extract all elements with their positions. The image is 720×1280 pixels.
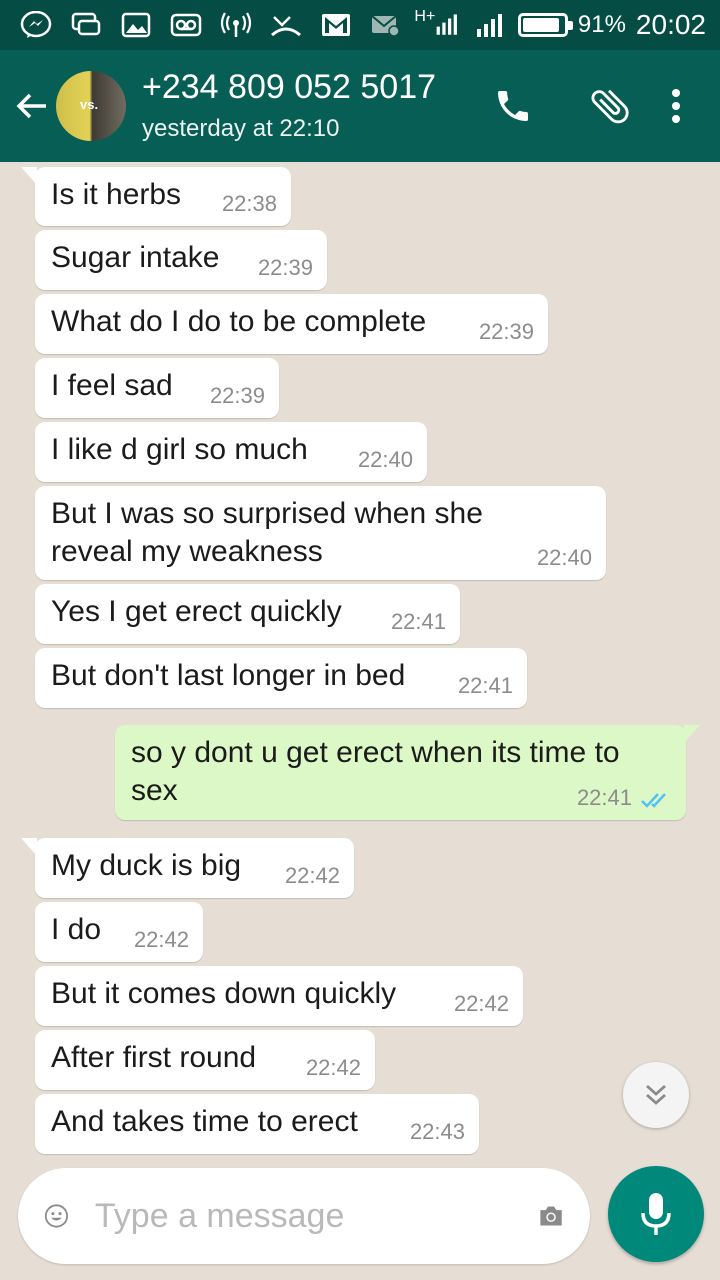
message-in[interactable]: Yes I get erect quickly 22:41	[35, 584, 460, 644]
message-time: 22:39	[257, 255, 313, 280]
email-icon	[368, 10, 404, 40]
battery-level	[522, 18, 560, 32]
contact-info[interactable]: +234 809 052 5017 yesterday at 22:10	[142, 67, 484, 145]
message-in[interactable]: Sugar intake 22:39	[35, 230, 327, 290]
message-time: 22:42	[284, 863, 340, 888]
message-time: 22:41	[457, 673, 513, 698]
voicemail-icon	[168, 10, 204, 40]
attach-icon	[591, 89, 629, 124]
gmail-icon	[318, 10, 354, 40]
battery-percent: 91%	[577, 11, 626, 38]
message-text: But don't last longer in bed	[51, 659, 406, 692]
message-text: I feel sad	[51, 369, 173, 402]
compose-bar	[18, 1168, 590, 1264]
camera-icon[interactable]	[538, 1196, 564, 1236]
signal-icon: H+	[414, 8, 462, 40]
message-in[interactable]: I do 22:42	[35, 902, 203, 962]
avatar[interactable]: vs.	[56, 71, 126, 141]
chat-icon	[68, 10, 104, 40]
message-in[interactable]: What do I do to be complete 22:39	[35, 294, 548, 354]
phone-icon	[498, 91, 528, 121]
message-time: 22:41	[576, 785, 632, 810]
message-time: 22:42	[305, 1055, 361, 1080]
message-time: 22:40	[357, 447, 413, 472]
attach-button[interactable]	[564, 76, 656, 136]
message-in[interactable]: But don't last longer in bed 22:41	[35, 648, 527, 708]
message-in[interactable]: And takes time to erect 22:43	[35, 1094, 479, 1154]
message-list[interactable]: Is it herbs 22:38 Sugar intake 22:39 Wha…	[0, 162, 720, 1166]
messenger-icon	[18, 10, 54, 40]
message-in[interactable]: I like d girl so much 22:40	[35, 422, 427, 482]
message-text: But it comes down quickly	[51, 977, 397, 1010]
message-in[interactable]: My duck is big 22:42	[21, 838, 354, 898]
read-receipt-icon	[641, 793, 666, 808]
message-time: 22:41	[390, 609, 446, 634]
scroll-to-bottom-button[interactable]	[623, 1062, 689, 1128]
double-chevron-down-icon	[646, 1084, 666, 1105]
chat-header: vs. +234 809 052 5017 yesterday at 22:10	[0, 50, 720, 162]
message-in[interactable]: But it comes down quickly 22:42	[35, 966, 523, 1026]
battery-icon	[517, 13, 573, 37]
message-time: 22:39	[209, 383, 265, 408]
contact-name: +234 809 052 5017	[142, 68, 437, 106]
message-text: Yes I get erect quickly	[51, 595, 342, 628]
message-time: 22:42	[133, 927, 189, 952]
microphone-icon	[641, 1193, 671, 1235]
message-time: 22:42	[453, 991, 509, 1016]
message-time: 22:38	[221, 191, 277, 216]
back-button[interactable]	[4, 76, 60, 136]
message-text: But I was so surprised when she reveal m…	[51, 497, 483, 568]
message-text: And takes time to erect	[51, 1105, 358, 1138]
network-type-label: H+	[414, 8, 436, 25]
cell-signal-icon	[472, 10, 508, 40]
message-text: Is it herbs	[51, 178, 182, 211]
emoji-icon[interactable]	[44, 1195, 69, 1237]
more-icon	[672, 89, 680, 123]
message-in[interactable]: Is it herbs 22:38	[21, 167, 291, 226]
last-seen: yesterday at 22:10	[142, 115, 340, 142]
message-in[interactable]: After first round 22:42	[35, 1030, 375, 1090]
message-text: My duck is big	[51, 849, 242, 882]
call-button[interactable]	[484, 76, 542, 136]
message-input[interactable]	[94, 1196, 538, 1236]
hotspot-icon	[218, 10, 254, 40]
avatar-text: vs.	[80, 97, 99, 112]
back-arrow-icon	[16, 93, 46, 119]
notification-icons	[18, 10, 404, 40]
message-time: 22:39	[478, 319, 534, 344]
missed-call-icon	[268, 10, 304, 40]
message-text: After first round	[51, 1041, 257, 1074]
message-text: Sugar intake	[51, 241, 220, 274]
message-text: I do	[51, 913, 102, 946]
message-text: I like d girl so much	[51, 433, 308, 466]
message-time: 22:40	[536, 545, 592, 570]
message-in[interactable]: I feel sad 22:39	[35, 358, 279, 418]
image-icon	[118, 10, 154, 40]
status-bar: H+ 91% 20:02	[0, 0, 720, 50]
more-options-button[interactable]	[656, 76, 696, 136]
message-in[interactable]: But I was so surprised when she reveal m…	[35, 486, 606, 580]
message-time: 22:43	[409, 1119, 465, 1144]
voice-record-button[interactable]	[608, 1166, 704, 1262]
message-out[interactable]: so y dont u get erect when its time to s…	[115, 725, 700, 820]
message-text: What do I do to be complete	[51, 305, 427, 338]
clock: 20:02	[635, 9, 706, 40]
